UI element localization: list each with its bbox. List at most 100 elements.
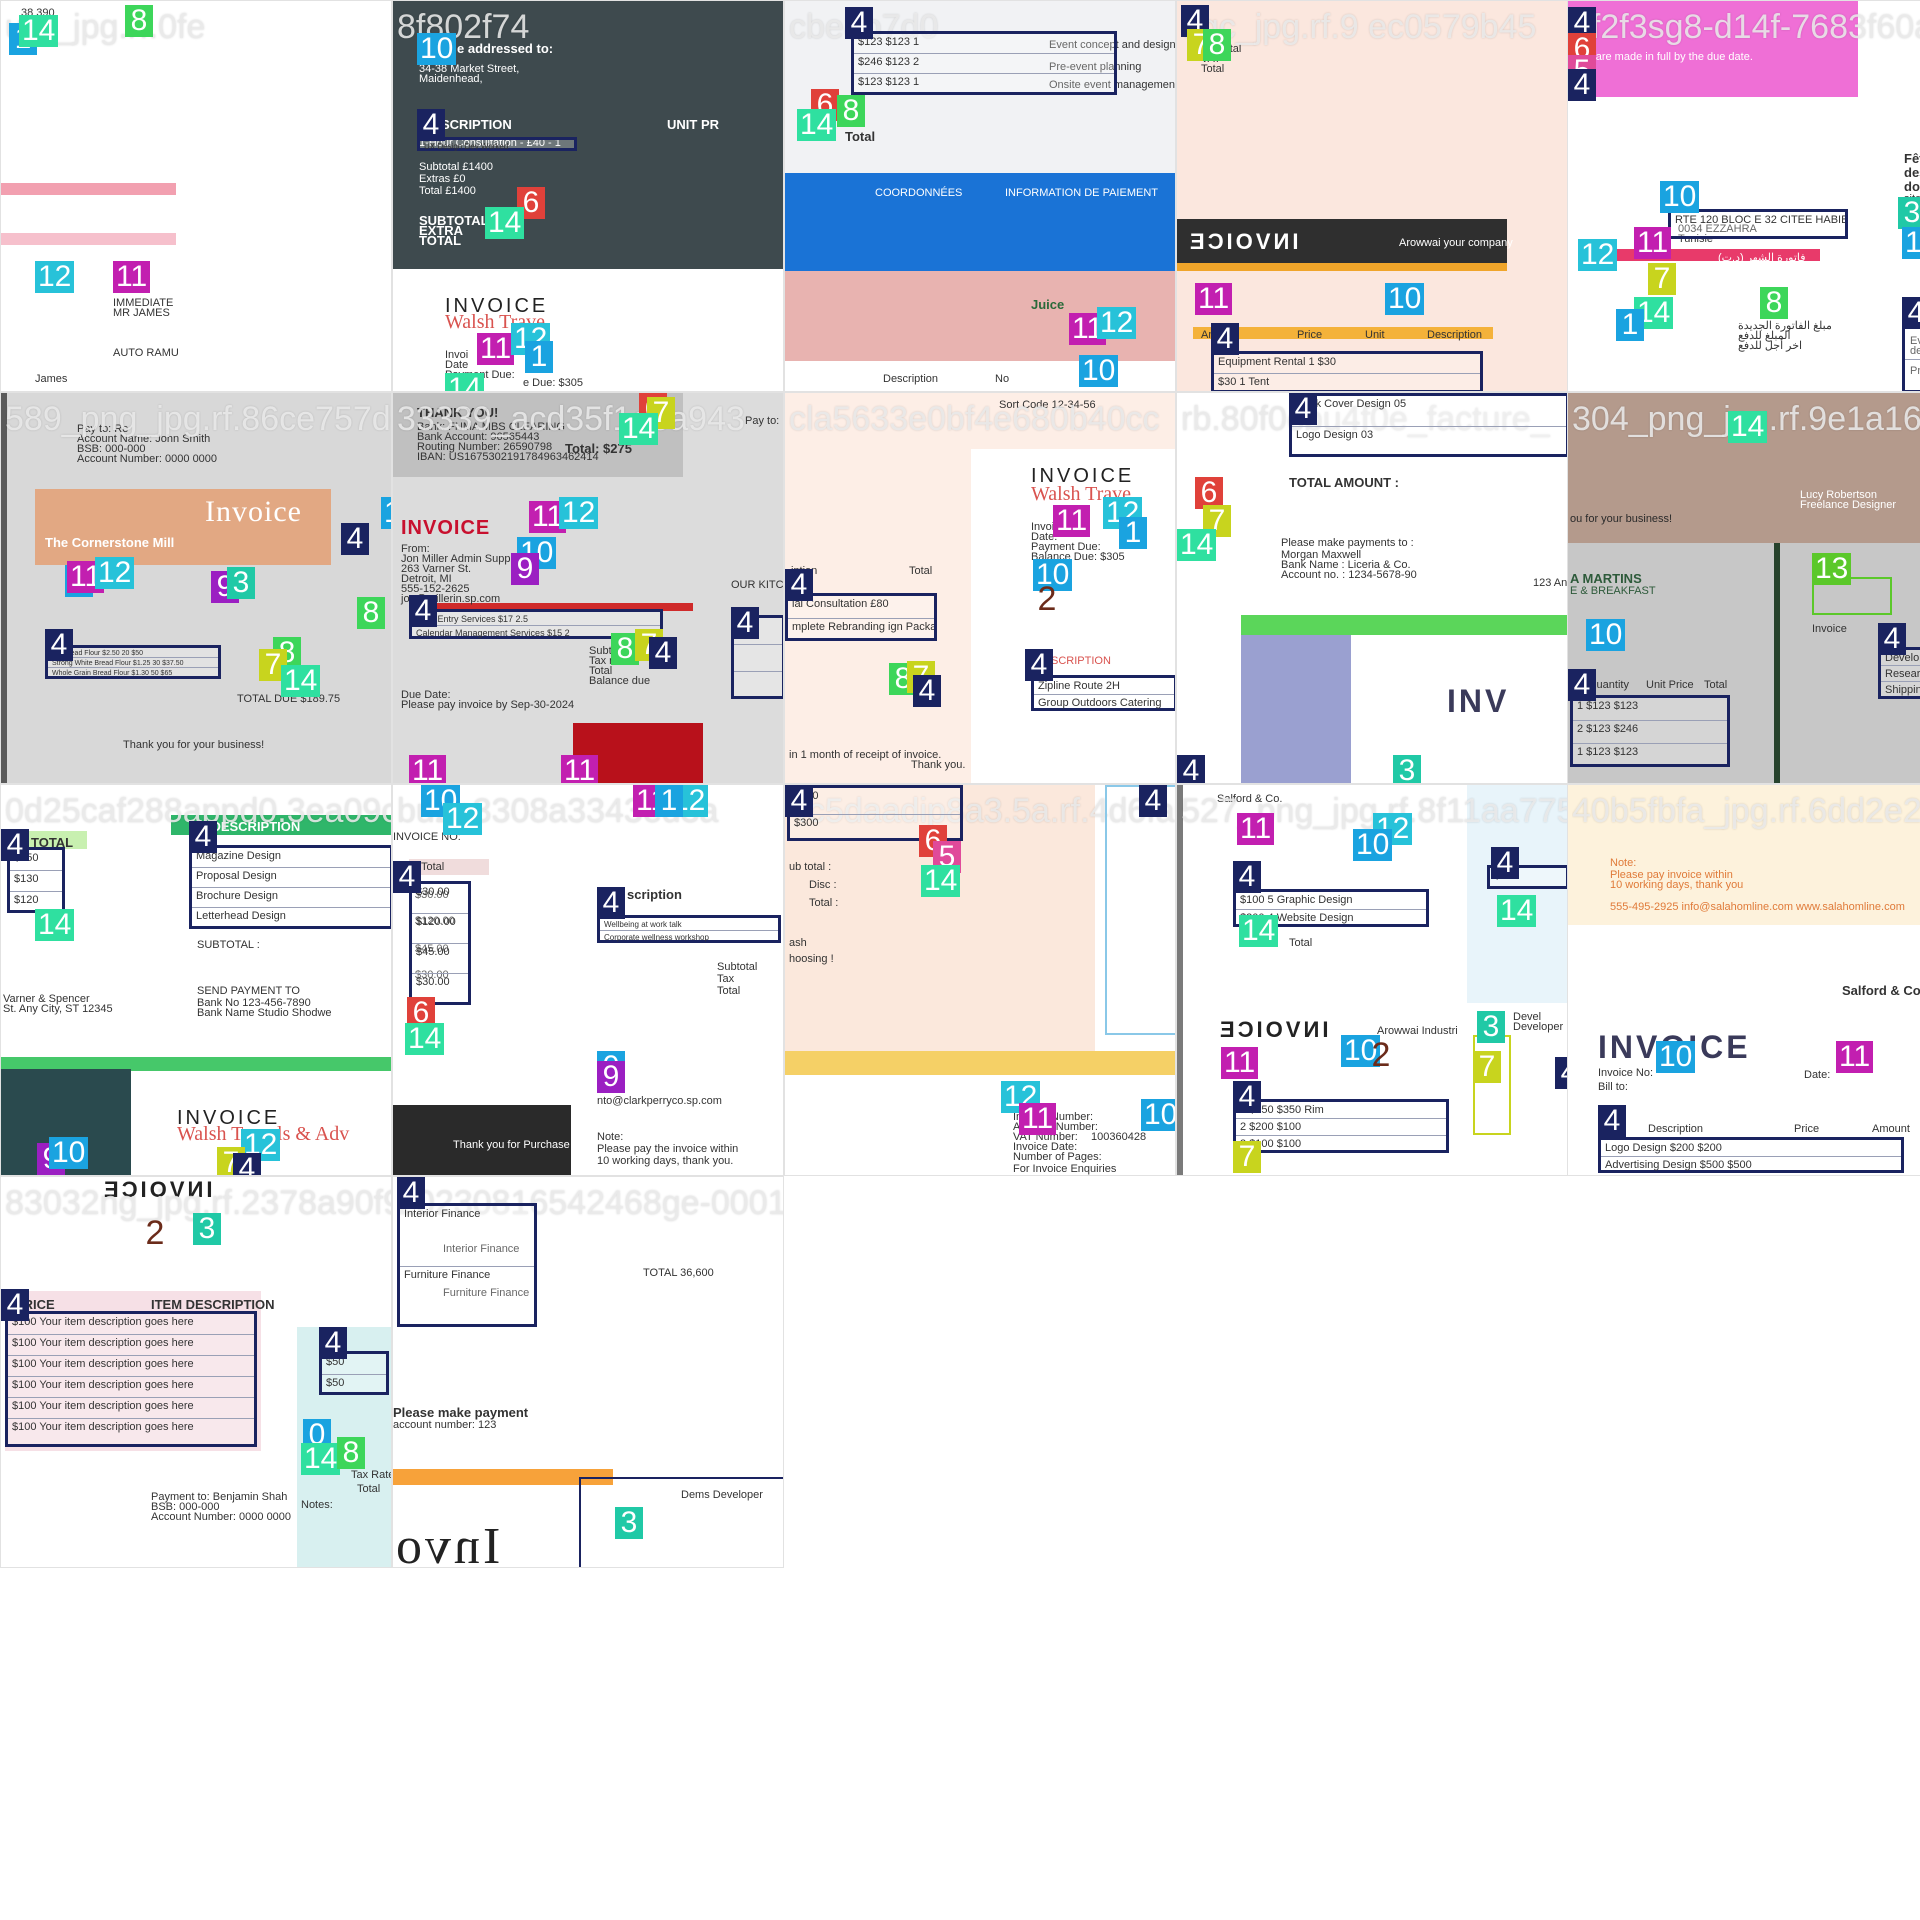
table-region-box: 1 $123 $123 2 $123 $246 1 $123 $123: [1570, 695, 1730, 767]
annotation-label: 8: [1760, 287, 1788, 319]
document-text-line: e addressed to:: [457, 41, 554, 56]
document-text-line: Note:: [597, 1131, 624, 1143]
invoice-thumbnail: INVOICESubtotalVATTotalArowwai your comp…: [1176, 0, 1568, 392]
document-text-line: COORDONNÉES: [875, 187, 963, 199]
table-row: Furniture Finance: [404, 1269, 491, 1281]
annotation-label: 2: [145, 1214, 165, 1252]
annotation-label: 8: [837, 95, 865, 127]
color-band: [1177, 263, 1507, 271]
annotation-label: 14: [19, 15, 59, 47]
color-band: [785, 1051, 1175, 1075]
table-row: Equipment Rental 1 $30: [1214, 354, 1480, 374]
document-text-line: Salford & Co.: [1842, 983, 1920, 998]
annotation-label: 3: [1393, 755, 1421, 783]
annotation-label: 4: [1555, 1057, 1567, 1089]
table-row: $100 Your item description goes here: [8, 1398, 254, 1419]
table-row: [734, 645, 782, 672]
document-text-line: Number of Pages:: [1013, 1151, 1102, 1163]
table-row: $100 Your item description goes here: [8, 1314, 254, 1335]
document-text-line: Thank you for your business!: [123, 739, 265, 751]
table-row: Shipping: [1885, 684, 1920, 696]
document-text-line: اخر أجل للدفع: [1738, 340, 1803, 352]
document-text-line: Total: [1289, 937, 1313, 949]
invoice-heading: INVOICE: [1187, 229, 1299, 254]
annotation-label: 8: [125, 5, 153, 37]
table-row: $50: [326, 1377, 345, 1389]
annotation-label: 4: [785, 569, 813, 601]
document-text-line: Account no. : 1234-5678-90: [1281, 569, 1417, 581]
invoice-thumbnail: INVOICE THANK YOU! Bank: FNMA MBS CLEARING…: [392, 392, 784, 784]
document-text-line: Bill to:: [1598, 1081, 1628, 1093]
annotation-label: 4: [45, 629, 73, 661]
annotation-label: 12: [559, 497, 599, 529]
table-row: Group Outdoors Catering: [1038, 697, 1162, 709]
invoice-thumbnail: INVOICE Walsh Trave e addressed to: 34-38 M…: [392, 0, 784, 392]
table-row: 1 $350 $350 Rim: [1236, 1102, 1446, 1119]
annotation-label: 2: [1037, 580, 1057, 618]
annotation-label: 4: [189, 821, 217, 853]
document-text-line: Notes:: [301, 1499, 333, 1511]
annotation-label: 10: [1660, 181, 1700, 213]
table-row: Magazine Design: [192, 848, 390, 868]
table-region-box: $100 Your item description goes here $100…: [5, 1311, 257, 1447]
table-row: [1905, 326, 1920, 360]
table-row: Whole Grain Bread Flour $1.30 50 $65: [52, 670, 173, 677]
document-text-line: Salford & Co.: [1217, 793, 1283, 805]
table-row: Interior Finance: [400, 1206, 534, 1267]
document-text-line: INFORMATION DE PAIEMENT: [1005, 187, 1158, 199]
table-row: 1 $123 $123: [1573, 698, 1727, 721]
filename-watermark: cla5633e0bf4e680b40cc: [789, 400, 1160, 438]
annotation-label: 11: [1019, 1103, 1057, 1135]
annotation-label: 11: [561, 755, 599, 783]
invoice-heading: INV: [1447, 683, 1510, 719]
annotation-label: 14: [921, 865, 961, 897]
annotated-invoice-mosaic: 38 390IMMEDIATEMR JAMESAUTO RAMUJames114…: [0, 0, 1920, 1920]
document-text-line: Unit: [1365, 329, 1385, 341]
annotation-label: 11: [1053, 505, 1091, 537]
annotation-label: 8: [1203, 29, 1231, 61]
filename-watermark: ure_jpg.rf.0fe: [5, 8, 206, 46]
document-text-line: Tax: [717, 973, 735, 985]
document-text-line: 10 working days, thank you.: [597, 1155, 734, 1167]
annotation-label: 4: [1598, 1105, 1626, 1137]
document-text-line: SCRIPTION: [441, 117, 512, 132]
table-row: 2 $200 $100: [1236, 1119, 1446, 1136]
document-text-line: Subtotal £1400: [419, 161, 494, 173]
document-text-line: The Cornerstone Mill: [45, 535, 175, 550]
invoice-heading: INVOICE: [1217, 1017, 1329, 1042]
document-text-line: Description: [883, 373, 939, 385]
table-region-box: 1 $350 $350 Rim 2 $200 $100 3 $100 $100: [1233, 1099, 1449, 1153]
document-text-line: Date:: [1804, 1069, 1831, 1081]
document-text-line: James: [35, 373, 68, 385]
table-row: $100 Your item description goes here: [8, 1356, 254, 1377]
document-text-line: Total: [421, 861, 445, 873]
annotation-label: 7: [1473, 1051, 1501, 1083]
annotation-label: 4: [1289, 393, 1317, 425]
document-text-line: Unit Price: [1646, 679, 1694, 691]
color-band: [1177, 785, 1183, 1175]
annotation-label: 1: [655, 785, 683, 817]
document-text-line: Fêtes: [1904, 151, 1920, 166]
annotation-label: 10: [1385, 283, 1425, 315]
table-row: UX Design Dev Worked: [424, 142, 509, 151]
table-region-box: Equipment Rental 1 $30 $30 1 Tent: [1211, 351, 1483, 391]
document-text-line: Total £1400: [419, 185, 476, 197]
document-text-line: Bank Name Studio Shodwe: [197, 1007, 332, 1019]
document-text-line: ITEM DESCRIPTION: [151, 1297, 275, 1312]
table-row: $30 1 Tent: [1218, 376, 1270, 388]
annotation-label: 10: [1353, 829, 1393, 861]
annotation-label: 1: [1616, 309, 1644, 341]
annotation-label: 9: [597, 1061, 625, 1093]
table-row: $100 Your item description goes here: [8, 1377, 254, 1398]
document-text-line: 123 An: [1533, 577, 1568, 589]
document-text-line: Total: [357, 1483, 381, 1495]
document-text-line: Total: [717, 985, 741, 997]
annotation-label: 3: [1898, 197, 1920, 229]
annotation-label: 11: [1237, 813, 1275, 845]
invoice-thumbnail: 38 390IMMEDIATEMR JAMESAUTO RAMUJames114…: [0, 0, 392, 392]
annotation-label: 12: [1578, 239, 1618, 271]
color-band: [1, 183, 176, 195]
annotation-label: 3: [615, 1507, 643, 1539]
table-row: Corporate wellness workshop: [604, 933, 709, 942]
annotation-label: 4: [1878, 623, 1906, 655]
